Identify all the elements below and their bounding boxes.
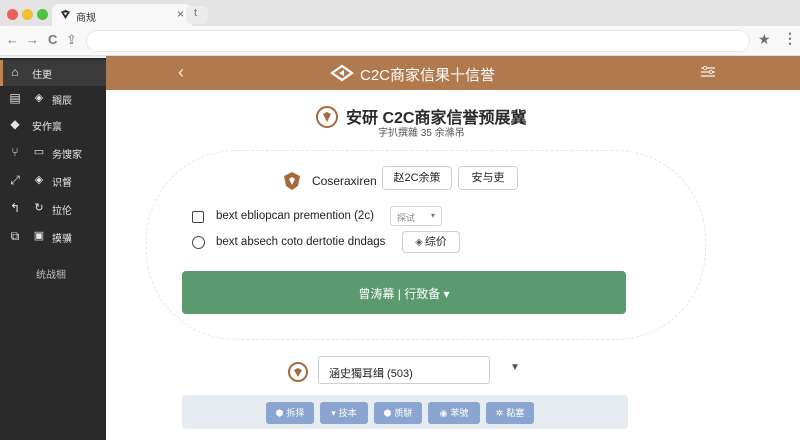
app-header: ‹ C2C商家信果十信誉 <box>106 56 800 90</box>
brand-logo-icon <box>330 64 354 82</box>
sidebar: ⌂ 住更 ▤ ◈ 搁辰 ◆ 安作禀 ⑂ ▭ 务馊家 ⤢ ◈ 识督 ↰ ↻ 拉伦 … <box>0 58 106 440</box>
chip-bar: ⬢ 拆择 ▾ 技本 ⬢ 质駢 ◉ 苯號 ✲ 黏塞 <box>182 395 628 429</box>
sidebar-item-label: 摸骥 <box>52 234 72 245</box>
sidebar-item-7[interactable]: ⧉ ▣ 摸骥 <box>0 224 106 250</box>
home-icon: ⌂ <box>11 65 19 79</box>
evaluate-button-label: 综价 <box>424 236 447 248</box>
shield-logo-icon <box>316 106 338 128</box>
monitor-icon: ▭ <box>33 146 45 158</box>
sidebar-item-4[interactable]: ⑂ ▭ 务馊家 <box>0 140 106 166</box>
chip-1[interactable]: ⬢ 拆择 <box>266 402 314 424</box>
main-content: 安研 C2C商家信誉预展冀 字扒撰雜 35 余滌吊 Coseraxiren 赵2… <box>106 90 800 440</box>
tab-close-icon[interactable]: × <box>177 7 184 21</box>
sidebar-item-home[interactable]: ⌂ 住更 <box>0 60 106 86</box>
sidebar-item-label: 搁辰 <box>52 96 72 107</box>
dropdown-caret-icon[interactable]: ▼ <box>510 362 520 373</box>
chip-5[interactable]: ✲ 黏塞 <box>486 402 534 424</box>
address-bar[interactable] <box>86 30 750 52</box>
chip-3[interactable]: ⬢ 质駢 <box>374 402 422 424</box>
logo-icon: ◈ <box>34 174 44 186</box>
pin-icon: ⬢ <box>383 408 392 418</box>
select-value: 探试 <box>397 213 416 223</box>
chip-4[interactable]: ◉ 苯號 <box>428 402 480 424</box>
share-icon[interactable]: ⇪ <box>66 32 77 48</box>
header-title: C2C商家信果十信誉 <box>360 67 496 84</box>
tab-title: 商规 <box>76 13 96 24</box>
shield-badge-icon <box>284 172 300 190</box>
expand-icon: ⤢ <box>10 173 20 187</box>
pin-icon: ⬢ <box>275 408 284 418</box>
c2c-button[interactable]: 赵2C余策 <box>382 166 452 190</box>
option-select[interactable]: 探试 ▾ <box>390 206 442 226</box>
chip-label: 黏塞 <box>506 408 525 418</box>
favicon-icon <box>60 9 71 20</box>
primary-action-label: 曾涛幕 | 行致备 ▾ <box>358 287 450 301</box>
sidebar-item-label: 拉伦 <box>52 206 72 217</box>
shield-badge-icon <box>288 362 308 382</box>
gear-icon: ✲ <box>495 408 504 418</box>
document-icon: ▤ <box>9 91 21 105</box>
corner-arrow-icon: ↰ <box>9 201 21 215</box>
eye-icon: ◉ <box>439 408 448 418</box>
row3-label: bext absech coto dertotie dndags <box>216 236 386 248</box>
sidebar-footer[interactable]: 统战梱 <box>36 266 66 281</box>
sidebar-item-label: 识督 <box>52 178 72 189</box>
logo-small-icon: ◈ <box>415 237 423 248</box>
new-tab-button[interactable]: t <box>186 6 208 24</box>
sidebar-item-3[interactable]: ◆ 安作禀 <box>0 112 106 138</box>
back-nav-icon[interactable]: ← <box>6 32 19 47</box>
browser-toolbar: ← → C ⇪ ★ ⋮ <box>0 26 800 56</box>
chip-label: 苯號 <box>450 408 469 418</box>
history-input-value: 涵史獨耳缉 (503) <box>329 368 413 380</box>
tab-strip: 商规 × t <box>0 0 800 26</box>
chip-2[interactable]: ▾ 技本 <box>320 402 368 424</box>
row1-label: Coseraxiren <box>312 174 377 188</box>
sidebar-item-6[interactable]: ↰ ↻ 拉伦 <box>0 196 106 222</box>
sidebar-item-label: 务馊家 <box>52 150 82 161</box>
new-tab-icon: t <box>194 7 198 19</box>
forward-nav-icon[interactable]: → <box>26 32 39 47</box>
external-link-icon: ⧉ <box>10 229 20 243</box>
chip-label: 技本 <box>338 408 357 418</box>
sidebar-item-5[interactable]: ⤢ ◈ 识督 <box>0 168 106 194</box>
browser-window: 商规 × t ← → C ⇪ ★ ⋮ ‹ C2C商家信果十信誉 安研 C2C商家… <box>0 0 800 440</box>
sidebar-item-2[interactable]: ▤ ◈ 搁辰 <box>0 86 106 112</box>
filter-icon[interactable] <box>700 65 716 79</box>
primary-action-button[interactable]: 曾涛幕 | 行致备 ▾ <box>182 271 626 314</box>
bookmark-star-icon[interactable]: ★ <box>758 31 771 48</box>
camera-icon: ▣ <box>33 230 45 242</box>
page-subtitle: 字扒撰雜 35 余滌吊 <box>378 128 465 139</box>
option-checkbox[interactable] <box>192 211 204 223</box>
logo-icon: ◈ <box>34 92 44 104</box>
chip-label: 质駢 <box>394 408 413 418</box>
back-chevron-icon[interactable]: ‹ <box>178 62 184 83</box>
maximize-window-button[interactable] <box>37 9 48 20</box>
refresh-icon: ↻ <box>34 202 44 214</box>
active-indicator <box>0 60 3 86</box>
chevron-down-icon: ▾ <box>430 211 435 220</box>
browser-menu-icon[interactable]: ⋮ <box>783 30 797 47</box>
secondary-button[interactable]: 安与吏 <box>458 166 518 190</box>
row2-label: bext ebliopcan premention (2c) <box>216 210 374 222</box>
close-window-button[interactable] <box>7 9 18 20</box>
chip-label: 拆择 <box>286 408 305 418</box>
chevron-icon: ▾ <box>331 408 336 418</box>
history-input[interactable]: 涵史獨耳缉 (503) <box>318 356 490 384</box>
minimize-window-button[interactable] <box>22 9 33 20</box>
evaluate-button[interactable]: ◈ 综价 <box>402 231 460 253</box>
option-radio[interactable] <box>192 236 205 249</box>
reload-icon[interactable]: C <box>48 32 57 47</box>
sidebar-item-label: 安作禀 <box>32 122 62 133</box>
tag-icon: ◆ <box>10 117 20 131</box>
sidebar-item-label: 住更 <box>32 70 52 81</box>
branch-icon: ⑂ <box>11 145 19 159</box>
browser-tab[interactable]: 商规 × <box>52 4 192 26</box>
